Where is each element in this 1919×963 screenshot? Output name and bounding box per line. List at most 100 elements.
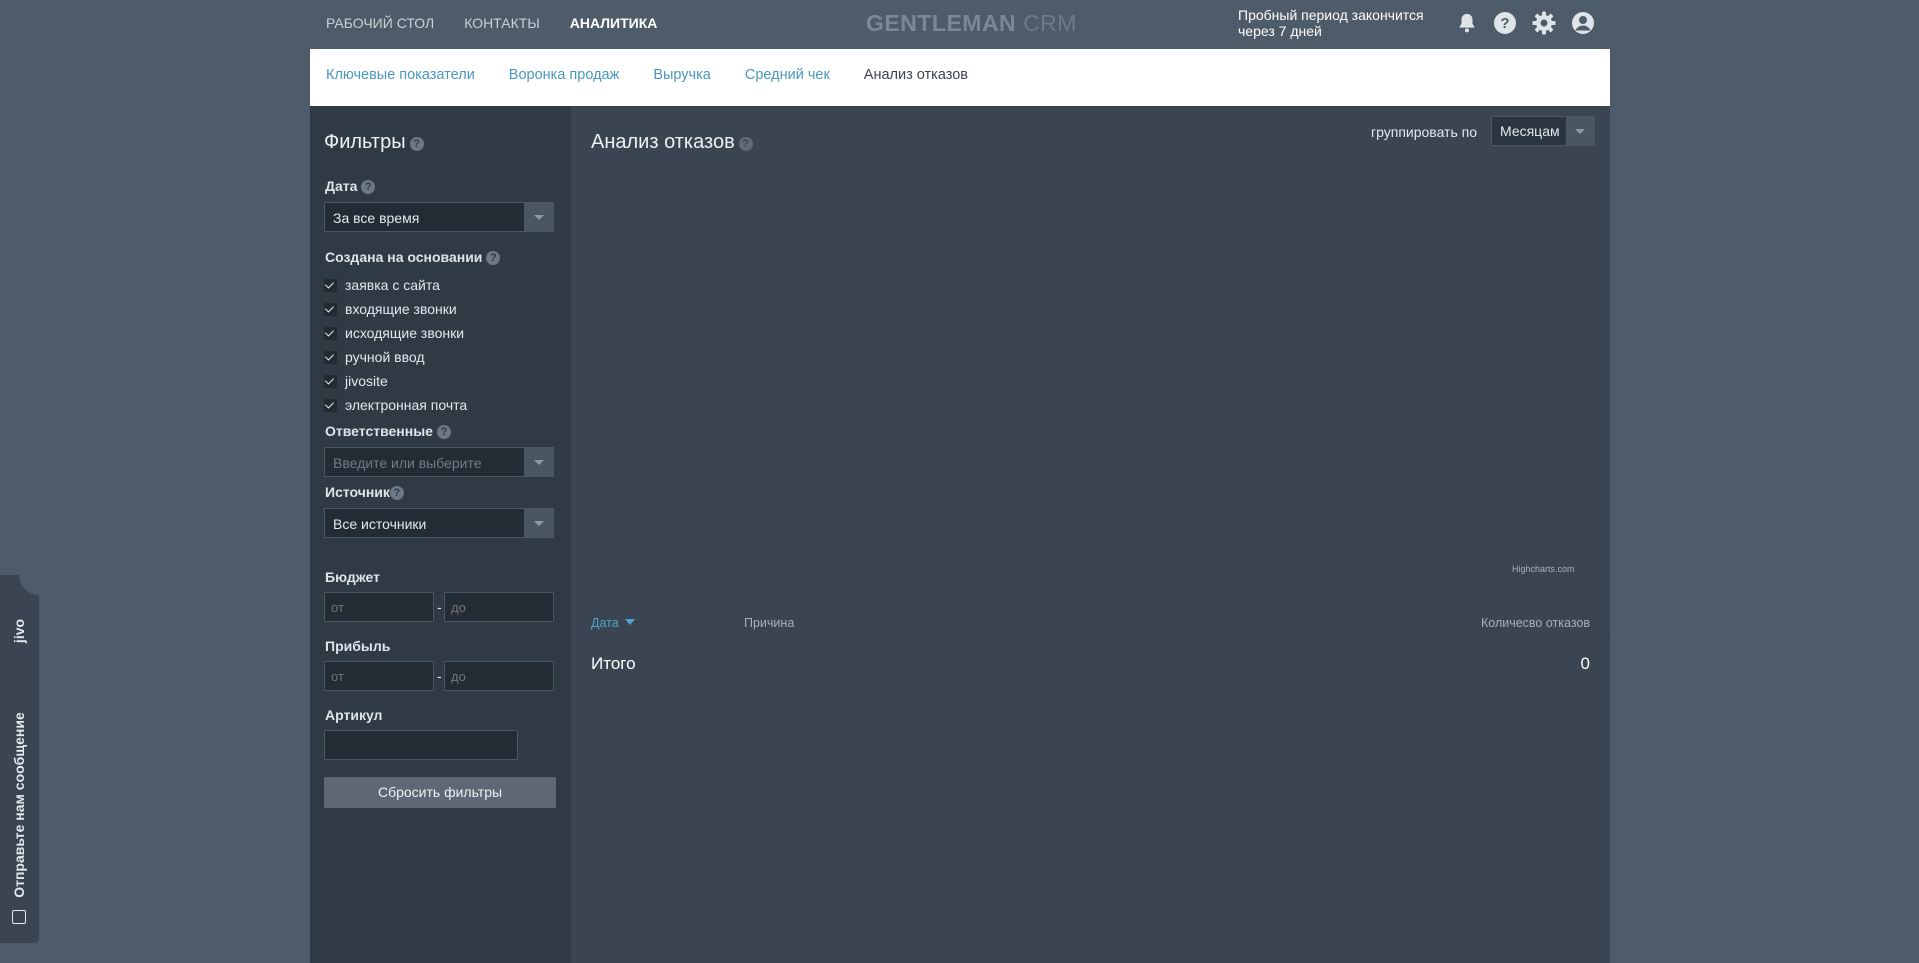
responsible-select[interactable]: Введите или выберите <box>324 447 554 477</box>
tab-sales-funnel[interactable]: Воронка продаж <box>509 67 620 83</box>
checkbox-label: ручной ввод <box>345 349 425 365</box>
column-header-rejection-count[interactable]: Количесво отказов <box>1481 616 1590 630</box>
checkbox-label: входящие звонки <box>345 301 457 317</box>
analytics-tabs: Ключевые показатели Воронка продаж Выруч… <box>310 49 1610 106</box>
logo-primary: GENTLEMAN <box>866 10 1017 36</box>
rejection-analysis-panel: Анализ отказов? группировать по Месяцам … <box>571 106 1610 963</box>
created-on-label: Создана на основании <box>325 249 483 265</box>
tab-rejection-analysis[interactable]: Анализ отказов <box>864 67 968 83</box>
date-label: Дата <box>325 178 358 194</box>
profit-from-input[interactable] <box>324 661 434 691</box>
profit-separator: - <box>437 668 442 684</box>
trial-notice: Пробный период закончится через 7 дней <box>1238 7 1424 39</box>
nav-contacts[interactable]: КОНТАКТЫ <box>464 15 540 31</box>
chevron-down-icon[interactable] <box>1566 117 1594 145</box>
source-select[interactable]: Все источники <box>324 508 554 538</box>
chevron-down-icon[interactable] <box>524 509 553 537</box>
group-by-select[interactable]: Месяцам <box>1491 116 1595 146</box>
checkbox-incoming-calls[interactable]: входящие звонки <box>324 297 467 321</box>
trial-line-1: Пробный период закончится <box>1238 7 1424 23</box>
jivo-chat-widget[interactable]: jivo Отправьте нам сообщение <box>0 575 39 943</box>
check-icon[interactable] <box>324 326 337 340</box>
created-on-checkboxes: заявка с сайта входящие звонки исходящие… <box>324 273 467 417</box>
checkbox-site-request[interactable]: заявка с сайта <box>324 273 467 297</box>
source-label: Источник <box>325 484 390 500</box>
user-avatar-icon[interactable] <box>1571 11 1595 35</box>
total-label: Итого <box>591 654 636 673</box>
checkbox-label: заявка с сайта <box>345 277 440 293</box>
profit-label: Прибыль <box>325 638 391 654</box>
responsible-label: Ответственные <box>325 423 433 439</box>
check-icon[interactable] <box>324 302 337 316</box>
checkbox-manual-entry[interactable]: ручной ввод <box>324 345 467 369</box>
checkbox-jivosite[interactable]: jivosite <box>324 369 467 393</box>
help-icon[interactable]: ? <box>436 425 451 439</box>
check-icon[interactable] <box>324 374 337 388</box>
total-value: 0 <box>1580 654 1590 673</box>
chat-icon <box>12 910 26 924</box>
date-select-value: За все время <box>333 210 420 226</box>
budget-label: Бюджет <box>325 569 380 585</box>
check-icon[interactable] <box>324 278 337 292</box>
svg-text:?: ? <box>1500 15 1509 32</box>
chart-credit[interactable]: Highcharts.com <box>1512 564 1575 574</box>
nav-desktop[interactable]: РАБОЧИЙ СТОЛ <box>326 15 434 31</box>
logo-secondary: CRM <box>1023 10 1077 36</box>
check-icon[interactable] <box>324 398 337 412</box>
article-label: Артикул <box>325 707 383 723</box>
checkbox-label: электронная почта <box>345 397 468 413</box>
chevron-down-icon[interactable] <box>524 448 553 476</box>
chevron-down-icon[interactable] <box>524 203 553 231</box>
filters-sidebar: Фильтры? Дата? За все время Создана на о… <box>310 106 571 963</box>
widget-corner <box>19 575 39 595</box>
source-select-value: Все источники <box>333 516 427 532</box>
column-header-reason[interactable]: Причина <box>744 616 794 630</box>
column-header-date-label: Дата <box>591 616 619 630</box>
help-icon[interactable]: ? <box>738 137 753 151</box>
logo[interactable]: GENTLEMAN CRM <box>866 10 1077 37</box>
budget-to-input[interactable] <box>444 592 554 622</box>
page-title: Анализ отказов <box>591 131 735 153</box>
help-icon[interactable]: ? <box>361 180 376 194</box>
responsible-placeholder: Введите или выберите <box>333 455 482 471</box>
article-input[interactable] <box>324 730 518 760</box>
column-header-date[interactable]: Дата <box>591 616 635 630</box>
profit-to-input[interactable] <box>444 661 554 691</box>
jivo-brand: jivo <box>11 618 27 644</box>
page-heading: Анализ отказов? <box>591 131 753 154</box>
source-filter-label: Источник? <box>325 484 404 500</box>
sort-desc-icon[interactable] <box>624 619 635 625</box>
created-on-filter-label: Создана на основании? <box>325 249 501 265</box>
checkbox-label: jivosite <box>345 373 388 389</box>
top-bar: РАБОЧИЙ СТОЛ КОНТАКТЫ АНАЛИТИКА GENTLEMA… <box>310 0 1610 48</box>
budget-separator: - <box>437 599 442 615</box>
budget-from-input[interactable] <box>324 592 434 622</box>
checkbox-email[interactable]: электронная почта <box>324 393 467 417</box>
reset-filters-button[interactable]: Сбросить фильтры <box>324 777 556 808</box>
group-by-label: группировать по <box>1371 124 1478 140</box>
help-icon[interactable]: ? <box>486 251 501 265</box>
main-nav: РАБОЧИЙ СТОЛ КОНТАКТЫ АНАЛИТИКА <box>326 15 657 31</box>
gear-icon[interactable] <box>1532 11 1556 35</box>
date-filter-label: Дата? <box>325 178 376 194</box>
responsible-filter-label: Ответственные? <box>325 423 451 439</box>
chart-area <box>581 166 1600 586</box>
jivo-message: Отправьте нам сообщение <box>11 712 27 898</box>
group-by-value: Месяцам <box>1500 123 1560 139</box>
tab-average-check[interactable]: Средний чек <box>745 67 830 83</box>
checkbox-outgoing-calls[interactable]: исходящие звонки <box>324 321 467 345</box>
help-icon[interactable]: ? <box>389 486 404 500</box>
check-icon[interactable] <box>324 350 337 364</box>
checkbox-label: исходящие звонки <box>345 325 465 341</box>
nav-analytics[interactable]: АНАЛИТИКА <box>570 15 658 31</box>
help-icon[interactable]: ? <box>1493 11 1517 35</box>
filters-title: Фильтры <box>324 131 406 153</box>
table-divider <box>581 636 1610 637</box>
tab-key-metrics[interactable]: Ключевые показатели <box>326 67 475 83</box>
trial-line-2: через 7 дней <box>1238 23 1322 39</box>
filters-heading: Фильтры? <box>324 131 424 154</box>
tab-revenue[interactable]: Выручка <box>653 67 711 83</box>
bell-icon[interactable] <box>1456 12 1478 34</box>
help-icon[interactable]: ? <box>409 137 424 151</box>
date-select[interactable]: За все время <box>324 202 554 232</box>
